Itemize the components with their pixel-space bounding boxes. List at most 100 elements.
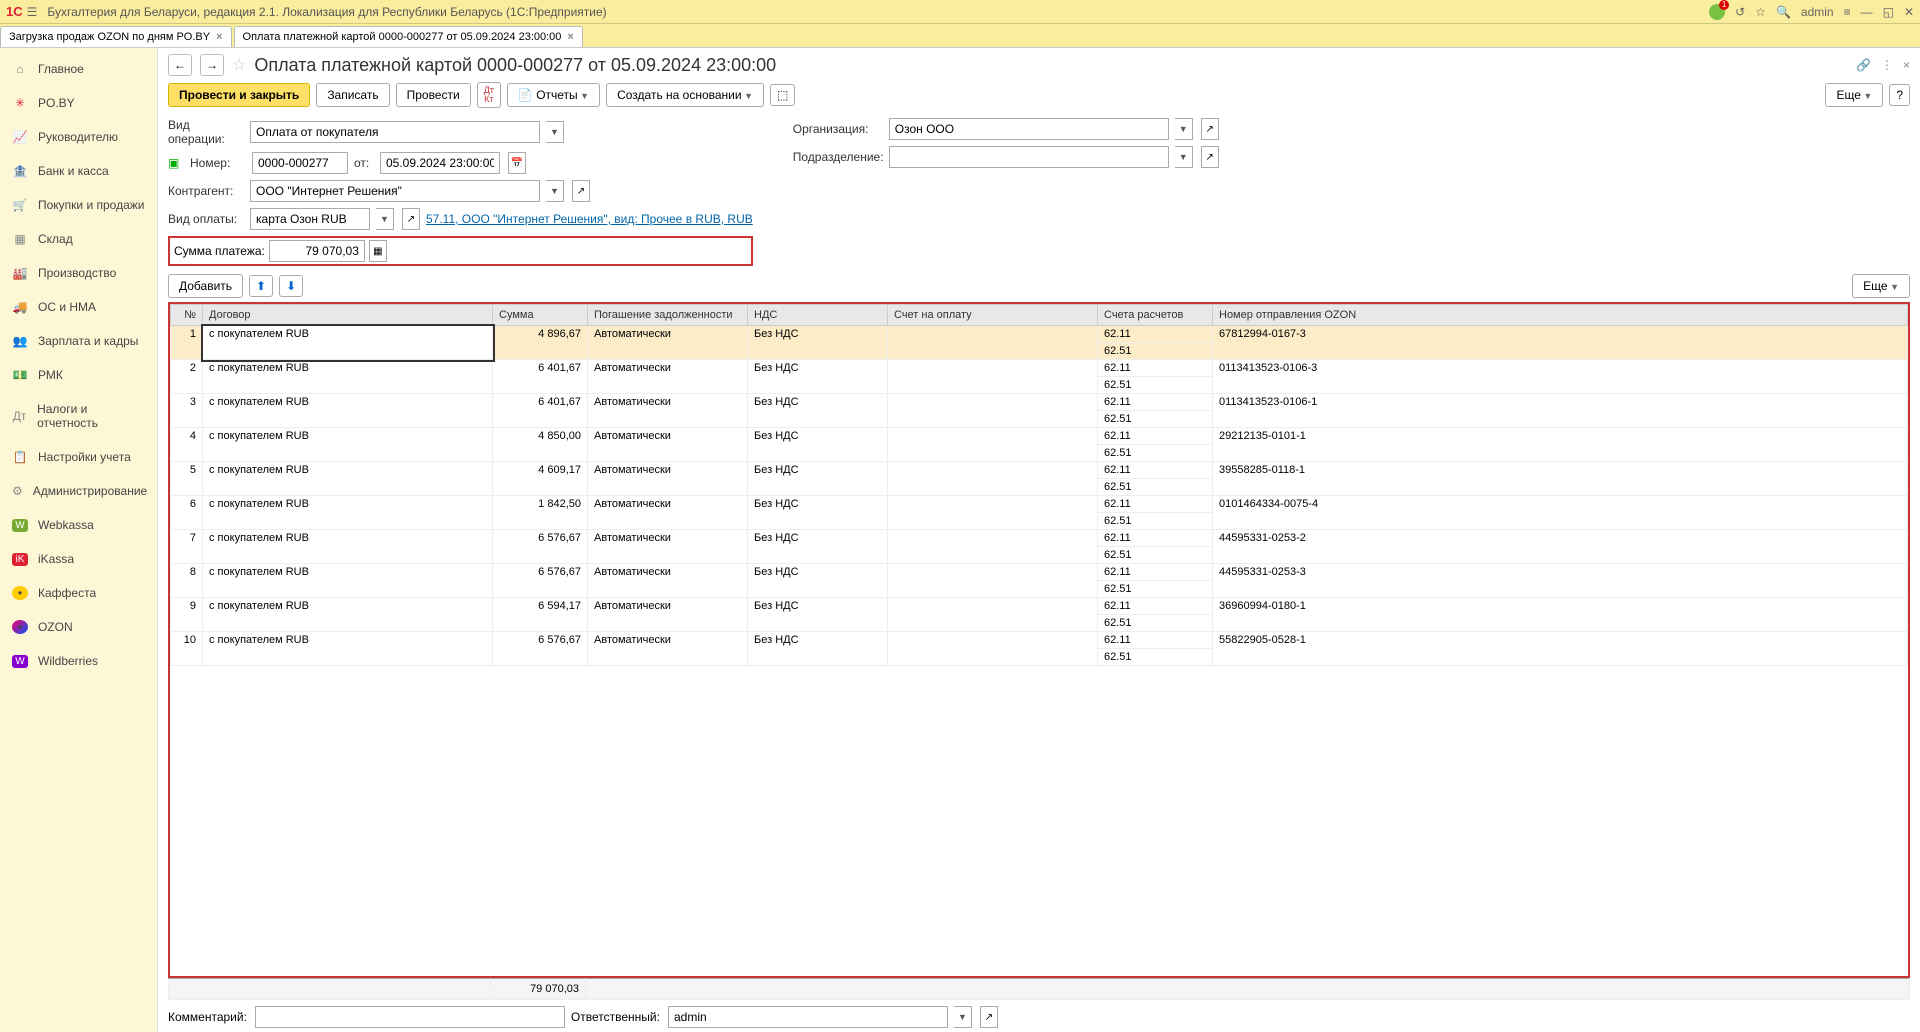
cell-sum[interactable]: 6 576,67	[493, 564, 588, 598]
cell-repay[interactable]: Автоматически	[588, 462, 748, 496]
sidebar-item-star[interactable]: ✳PO.BY	[0, 86, 157, 120]
move-down-button[interactable]: ⬇	[279, 275, 303, 297]
col-invoice[interactable]: Счет на оплату	[888, 305, 1098, 326]
open-icon[interactable]: ↗	[402, 208, 420, 230]
table-row[interactable]: 5с покупателем RUB4 609,17АвтоматическиБ…	[171, 462, 1908, 479]
add-row-button[interactable]: Добавить	[168, 274, 243, 298]
cell-contract[interactable]: с покупателем RUB	[203, 598, 493, 632]
cell-acc1[interactable]: 62.11	[1098, 462, 1213, 479]
cell-contract[interactable]: с покупателем RUB	[203, 496, 493, 530]
dropdown-icon[interactable]: ▼	[1175, 118, 1193, 140]
table-row[interactable]: 3с покупателем RUB6 401,67АвтоматическиБ…	[171, 394, 1908, 411]
settings-icon[interactable]: ≡	[1844, 5, 1851, 19]
cell-acc2[interactable]: 62.51	[1098, 581, 1213, 598]
payments-table[interactable]: № Договор Сумма Погашение задолженности …	[170, 304, 1908, 666]
cell-vat[interactable]: Без НДС	[748, 360, 888, 394]
cell-acc2[interactable]: 62.51	[1098, 649, 1213, 666]
cell-invoice[interactable]	[888, 326, 1098, 360]
responsible-input[interactable]	[668, 1006, 948, 1028]
user-label[interactable]: admin	[1801, 5, 1834, 19]
sidebar-item-factory[interactable]: 🏭Производство	[0, 256, 157, 290]
link-icon[interactable]: 🔗	[1856, 58, 1871, 72]
history-icon[interactable]: ↺	[1735, 5, 1745, 19]
close-icon[interactable]: ×	[567, 31, 573, 43]
counterparty-input[interactable]	[250, 180, 540, 202]
cell-invoice[interactable]	[888, 428, 1098, 462]
op-type-input[interactable]	[250, 121, 540, 143]
cell-sum[interactable]: 6 576,67	[493, 632, 588, 666]
cell-invoice[interactable]	[888, 598, 1098, 632]
table-row[interactable]: 4с покупателем RUB4 850,00АвтоматическиБ…	[171, 428, 1908, 445]
cell-ozon[interactable]: 36960994-0180-1	[1213, 598, 1908, 632]
table-row[interactable]: 7с покупателем RUB6 576,67АвтоматическиБ…	[171, 530, 1908, 547]
menu-icon[interactable]: ☰	[27, 5, 38, 19]
close-icon[interactable]: ✕	[1904, 5, 1914, 19]
cell-acc1[interactable]: 62.11	[1098, 496, 1213, 513]
sidebar-item-wb[interactable]: WWildberries	[0, 644, 157, 678]
sidebar-item-oz[interactable]: •OZON	[0, 610, 157, 644]
more-icon[interactable]: ⋮	[1881, 58, 1893, 72]
open-icon[interactable]: ↗	[572, 180, 590, 202]
post-and-close-button[interactable]: Провести и закрыть	[168, 83, 310, 107]
minimize-icon[interactable]: —	[1861, 5, 1873, 19]
cell-invoice[interactable]	[888, 632, 1098, 666]
cell-acc2[interactable]: 62.51	[1098, 479, 1213, 496]
cell-contract[interactable]: с покупателем RUB	[203, 394, 493, 428]
calculator-icon[interactable]: ▦	[369, 240, 387, 262]
cell-contract[interactable]: с покупателем RUB	[203, 564, 493, 598]
cell-invoice[interactable]	[888, 360, 1098, 394]
cell-contract[interactable]: с покупателем RUB	[203, 530, 493, 564]
cell-contract[interactable]: с покупателем RUB	[203, 428, 493, 462]
cell-ozon[interactable]: 0113413523-0106-3	[1213, 360, 1908, 394]
sidebar-item-tax[interactable]: ДтНалоги и отчетность	[0, 392, 157, 440]
dropdown-icon[interactable]: ▼	[1175, 146, 1193, 168]
cell-vat[interactable]: Без НДС	[748, 462, 888, 496]
restore-icon[interactable]: ◱	[1883, 5, 1894, 19]
col-vat[interactable]: НДС	[748, 305, 888, 326]
search-icon[interactable]: 🔍	[1776, 5, 1791, 19]
cell-ozon[interactable]: 67812994-0167-3	[1213, 326, 1908, 360]
cell-acc1[interactable]: 62.11	[1098, 598, 1213, 615]
cell-contract[interactable]: с покупателем RUB	[203, 360, 493, 394]
post-button[interactable]: Провести	[396, 83, 471, 107]
sidebar-item-boxes[interactable]: ▦Склад	[0, 222, 157, 256]
sidebar-item-truck[interactable]: 🚚ОС и НМА	[0, 290, 157, 324]
cell-acc2[interactable]: 62.51	[1098, 445, 1213, 462]
back-button[interactable]: ←	[168, 54, 192, 76]
sidebar-item-kf[interactable]: •Каффеста	[0, 576, 157, 610]
close-icon[interactable]: ×	[216, 31, 222, 43]
col-repay[interactable]: Погашение задолженности	[588, 305, 748, 326]
cell-vat[interactable]: Без НДС	[748, 564, 888, 598]
cell-sum[interactable]: 6 576,67	[493, 530, 588, 564]
dropdown-icon[interactable]: ▼	[954, 1006, 972, 1028]
sidebar-item-cash[interactable]: 💵РМК	[0, 358, 157, 392]
sidebar-item-gear[interactable]: ⚙Администрирование	[0, 474, 157, 508]
sidebar-item-bank[interactable]: 🏦Банк и касса	[0, 154, 157, 188]
cell-ozon[interactable]: 44595331-0253-2	[1213, 530, 1908, 564]
cell-invoice[interactable]	[888, 564, 1098, 598]
cell-acc2[interactable]: 62.51	[1098, 615, 1213, 632]
save-button[interactable]: Записать	[316, 83, 389, 107]
cell-acc2[interactable]: 62.51	[1098, 513, 1213, 530]
cell-acc2[interactable]: 62.51	[1098, 411, 1213, 428]
comment-input[interactable]	[255, 1006, 565, 1028]
cell-invoice[interactable]	[888, 496, 1098, 530]
cell-vat[interactable]: Без НДС	[748, 496, 888, 530]
cell-contract[interactable]: с покупателем RUB	[203, 462, 493, 496]
cell-repay[interactable]: Автоматически	[588, 394, 748, 428]
calendar-icon[interactable]: 📅	[508, 152, 526, 174]
cell-repay[interactable]: Автоматически	[588, 360, 748, 394]
forward-button[interactable]: →	[200, 54, 224, 76]
cell-sum[interactable]: 4 896,67	[493, 326, 588, 360]
cell-acc1[interactable]: 62.11	[1098, 326, 1213, 343]
more-button[interactable]: Еще	[1825, 83, 1883, 107]
cell-ozon[interactable]: 29212135-0101-1	[1213, 428, 1908, 462]
structure-button[interactable]: ⬚	[770, 84, 795, 106]
cell-vat[interactable]: Без НДС	[748, 530, 888, 564]
cell-repay[interactable]: Автоматически	[588, 632, 748, 666]
sidebar-item-ik[interactable]: iKiKassa	[0, 542, 157, 576]
cell-sum[interactable]: 1 842,50	[493, 496, 588, 530]
sidebar-item-w[interactable]: WWebkassa	[0, 508, 157, 542]
cell-contract[interactable]: с покупателем RUB	[203, 326, 493, 360]
favorite-icon[interactable]: ☆	[232, 55, 246, 75]
